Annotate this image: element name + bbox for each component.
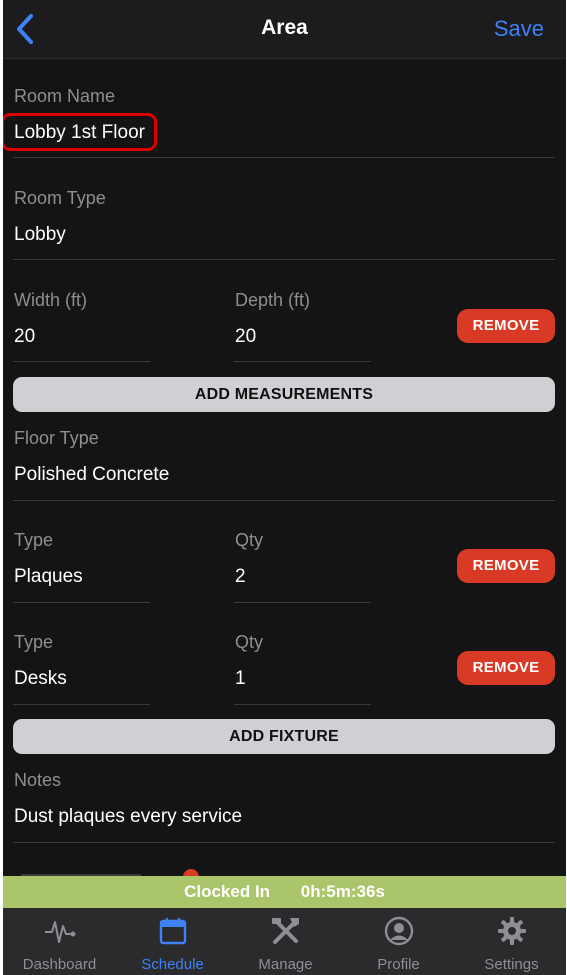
tab-label: Schedule	[141, 956, 204, 973]
fixture-qty-underline	[234, 602, 371, 603]
remove-fixture-button[interactable]: REMOVE	[457, 651, 555, 685]
tab-profile[interactable]: Profile	[342, 908, 455, 975]
fixture-type-label: Type	[14, 632, 54, 652]
floor-type-label: Floor Type	[14, 428, 99, 448]
fixture-type-label: Type	[14, 530, 54, 550]
save-button[interactable]: Save	[494, 16, 544, 42]
clock-elapsed: 0h:5m:36s	[300, 882, 385, 901]
depth-label: Depth (ft)	[235, 290, 311, 310]
calendar-icon	[159, 918, 186, 945]
remove-fixture-button[interactable]: REMOVE	[457, 549, 555, 583]
notes-underline	[13, 842, 555, 843]
depth-underline	[234, 361, 371, 362]
depth-input[interactable]: 20	[235, 326, 256, 348]
tab-label: Dashboard	[22, 956, 97, 973]
tab-settings[interactable]: Settings	[455, 908, 566, 975]
fixture-qty-input[interactable]: 2	[235, 566, 246, 588]
add-measurements-button[interactable]: ADD MEASUREMENTS	[13, 377, 555, 412]
add-fixture-button[interactable]: ADD FIXTURE	[13, 719, 555, 754]
user-circle-icon	[384, 916, 413, 946]
tab-schedule[interactable]: Schedule	[116, 908, 229, 975]
clock-status-bar[interactable]: Clocked In 0h:5m:36s	[3, 876, 566, 908]
fixture-type-underline	[13, 704, 150, 705]
room-type-underline	[13, 259, 555, 260]
pulse-icon	[44, 921, 75, 943]
gear-icon	[497, 917, 526, 945]
width-label: Width (ft)	[14, 290, 88, 310]
area-form: Room Name Lobby 1st Floor Room Type Lobb…	[3, 59, 566, 879]
room-type-label: Room Type	[14, 188, 106, 208]
room-name-underline	[13, 157, 555, 158]
app-screen: Area Save Room Name Lobby 1st Floor Room…	[3, 0, 566, 975]
page-title: Area	[261, 16, 308, 39]
room-name-label: Room Name	[14, 86, 116, 106]
fixture-qty-label: Qty	[235, 530, 264, 550]
fixture-qty-underline	[234, 704, 371, 705]
tab-manage[interactable]: Manage	[229, 908, 342, 975]
navigation-bar: Area Save	[3, 0, 566, 59]
floor-type-field[interactable]: Polished Concrete	[14, 464, 169, 486]
remove-measurement-button[interactable]: REMOVE	[457, 309, 555, 343]
width-underline	[13, 361, 150, 362]
fixture-type-field[interactable]: Desks	[14, 668, 67, 690]
tab-dashboard[interactable]: Dashboard	[3, 908, 116, 975]
fixture-type-field[interactable]: Plaques	[14, 566, 83, 588]
tab-label: Settings	[484, 956, 539, 973]
width-input[interactable]: 20	[14, 326, 35, 348]
tab-label: Profile	[377, 956, 420, 973]
clock-status: Clocked In	[184, 882, 271, 901]
room-name-input[interactable]: Lobby 1st Floor	[14, 122, 145, 144]
notes-label: Notes	[14, 770, 62, 790]
tools-icon	[271, 918, 299, 944]
fixture-qty-input[interactable]: 1	[235, 668, 246, 690]
tab-bar: Dashboard Schedule Manage Profile Settin…	[3, 908, 566, 975]
tab-label: Manage	[258, 956, 313, 973]
fixture-type-underline	[13, 602, 150, 603]
room-type-field[interactable]: Lobby	[14, 224, 66, 246]
notes-field[interactable]: Dust plaques every service	[14, 806, 242, 828]
fixture-qty-label: Qty	[235, 632, 264, 652]
floor-type-underline	[13, 500, 555, 501]
